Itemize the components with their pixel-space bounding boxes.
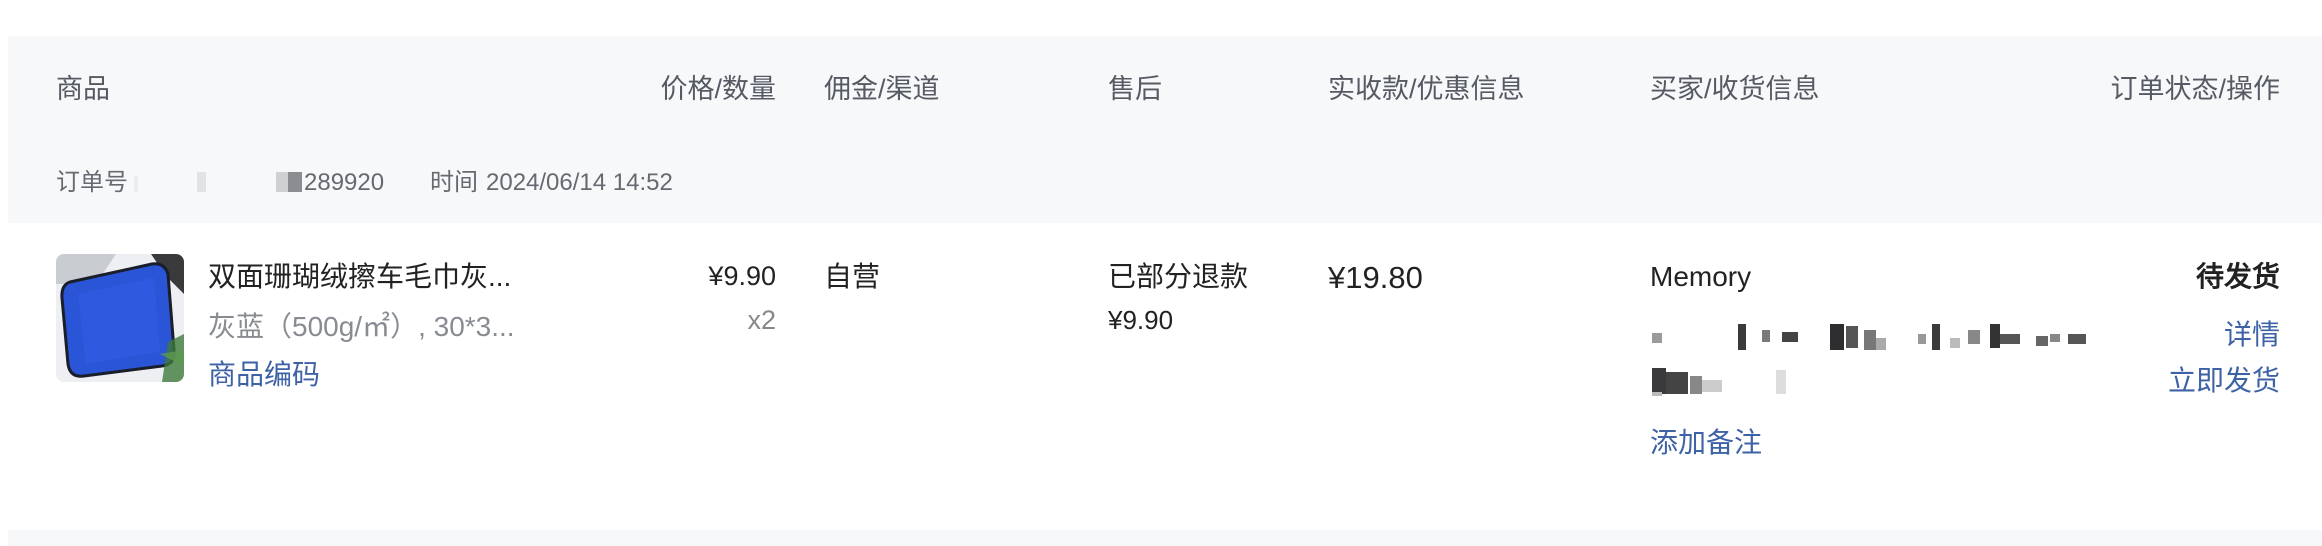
column-header-received-discount: 实收款/优惠信息 [1328, 74, 1525, 104]
blue-towel-icon [56, 254, 184, 382]
column-header-after-sale: 售后 [1108, 74, 1162, 104]
order-time-label: 时间 [430, 169, 478, 196]
product-spec: 灰蓝（500g/㎡）, 30*3... [208, 311, 515, 342]
received-amount: ¥19.80 [1328, 260, 1423, 295]
order-status: 待发货 [2195, 261, 2280, 292]
column-header-commission-channel: 佣金/渠道 [824, 74, 940, 104]
detail-link[interactable]: 详情 [2224, 316, 2280, 354]
order-number-suffix: 289920 [304, 169, 385, 196]
sales-channel: 自营 [824, 261, 881, 292]
ship-now-link[interactable]: 立即发货 [2168, 362, 2280, 400]
column-header-status-action: 订单状态/操作 [2110, 74, 2280, 104]
product-code-link[interactable]: 商品编码 [208, 356, 320, 394]
redacted-block [276, 172, 288, 192]
item-price: ¥9.90 [708, 261, 776, 291]
buyer-name: Memory [1650, 261, 1752, 292]
column-header-buyer-shipping: 买家/收货信息 [1650, 74, 1820, 104]
refund-amount: ¥9.90 [1108, 305, 1174, 335]
product-image[interactable] [56, 254, 184, 382]
redacted-block [197, 172, 206, 192]
column-header-product: 商品 [56, 74, 110, 104]
item-quantity: x2 [747, 305, 776, 335]
column-header-price-qty: 价格/数量 [660, 74, 776, 104]
table-header-background [8, 36, 2322, 163]
redacted-block [288, 172, 302, 192]
order-number-label: 订单号 [56, 169, 128, 196]
order-time-value: 2024/06/14 14:52 [486, 169, 673, 196]
next-row-background [8, 530, 2322, 546]
after-sale-status: 已部分退款 [1108, 261, 1249, 292]
redacted-block [134, 176, 138, 192]
add-note-link[interactable]: 添加备注 [1650, 424, 1762, 462]
product-title[interactable]: 双面珊瑚绒擦车毛巾灰... [208, 258, 511, 296]
